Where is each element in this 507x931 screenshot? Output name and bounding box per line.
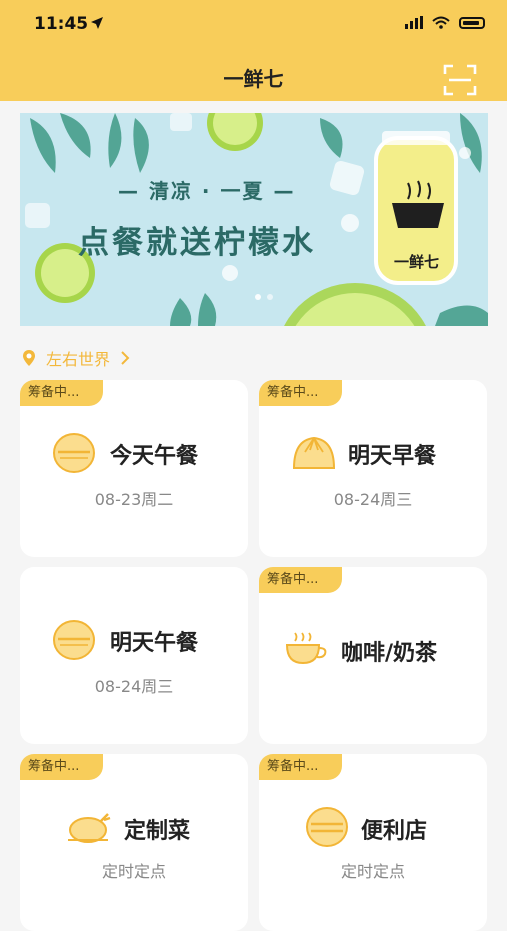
battery-icon bbox=[459, 16, 485, 29]
scan-icon[interactable] bbox=[443, 64, 477, 96]
card-title: 明天午餐 bbox=[110, 631, 199, 656]
status-badge: 筹备中... bbox=[20, 380, 103, 406]
card-subtitle: 08-24周三 bbox=[94, 677, 174, 696]
card-today-lunch[interactable]: 筹备中... 今天午餐 08-23周二 bbox=[20, 380, 248, 557]
banner-line-1: — 清凉 · 一夏 — bbox=[118, 179, 296, 203]
card-custom-dish[interactable]: 筹备中... 定制菜 定时定点 bbox=[20, 754, 248, 931]
card-convenience-store[interactable]: 筹备中... 便利店 定时定点 bbox=[259, 754, 487, 931]
bowl-icon bbox=[53, 433, 95, 473]
app-title: 一鲜七 bbox=[223, 67, 284, 91]
card-title: 便利店 bbox=[361, 819, 428, 844]
cellular-signal-icon bbox=[405, 16, 423, 29]
chevron-right-icon bbox=[121, 351, 130, 365]
coffee-cup-icon bbox=[285, 632, 327, 665]
roast-chicken-icon bbox=[68, 813, 111, 843]
card-title: 今天午餐 bbox=[110, 444, 199, 469]
location-arrow-icon bbox=[91, 17, 103, 29]
card-subtitle: 08-24周三 bbox=[333, 490, 413, 509]
promo-banner[interactable]: — 清凉 · 一夏 — 点餐就送柠檬水 一鲜七 bbox=[20, 113, 488, 326]
location-name: 左右世界 bbox=[46, 350, 111, 369]
status-badge: 筹备中... bbox=[20, 754, 103, 780]
card-subtitle: 定时定点 bbox=[340, 862, 405, 881]
top-bar: 11:45 一鲜七 bbox=[0, 0, 507, 101]
card-title: 咖啡/奶茶 bbox=[341, 641, 438, 666]
card-subtitle: 08-23周二 bbox=[94, 490, 174, 509]
card-title: 明天早餐 bbox=[348, 444, 437, 469]
status-badge: 筹备中... bbox=[259, 380, 342, 406]
card-title: 定制菜 bbox=[124, 819, 191, 844]
bowl-icon bbox=[53, 620, 95, 660]
burger-icon bbox=[306, 807, 348, 847]
location-pin-icon bbox=[23, 350, 35, 366]
status-badge: 筹备中... bbox=[259, 567, 342, 593]
status-indicators bbox=[405, 16, 485, 29]
location-selector[interactable]: 左右世界 bbox=[22, 346, 130, 370]
card-tomorrow-breakfast[interactable]: 筹备中... 明天早餐 08-24周三 bbox=[259, 380, 487, 557]
card-subtitle: 定时定点 bbox=[101, 862, 166, 881]
status-badge: 筹备中... bbox=[259, 754, 342, 780]
bun-icon bbox=[292, 436, 336, 469]
status-time: 11:45 bbox=[34, 14, 89, 34]
banner-line-2: 点餐就送柠檬水 bbox=[78, 225, 316, 261]
wifi-icon bbox=[432, 16, 450, 29]
card-tomorrow-lunch[interactable]: 明天午餐 08-24周三 bbox=[20, 567, 248, 744]
card-coffee-milk-tea[interactable]: 筹备中... 咖啡/奶茶 bbox=[259, 567, 487, 744]
jar-label: 一鲜七 bbox=[394, 253, 440, 271]
